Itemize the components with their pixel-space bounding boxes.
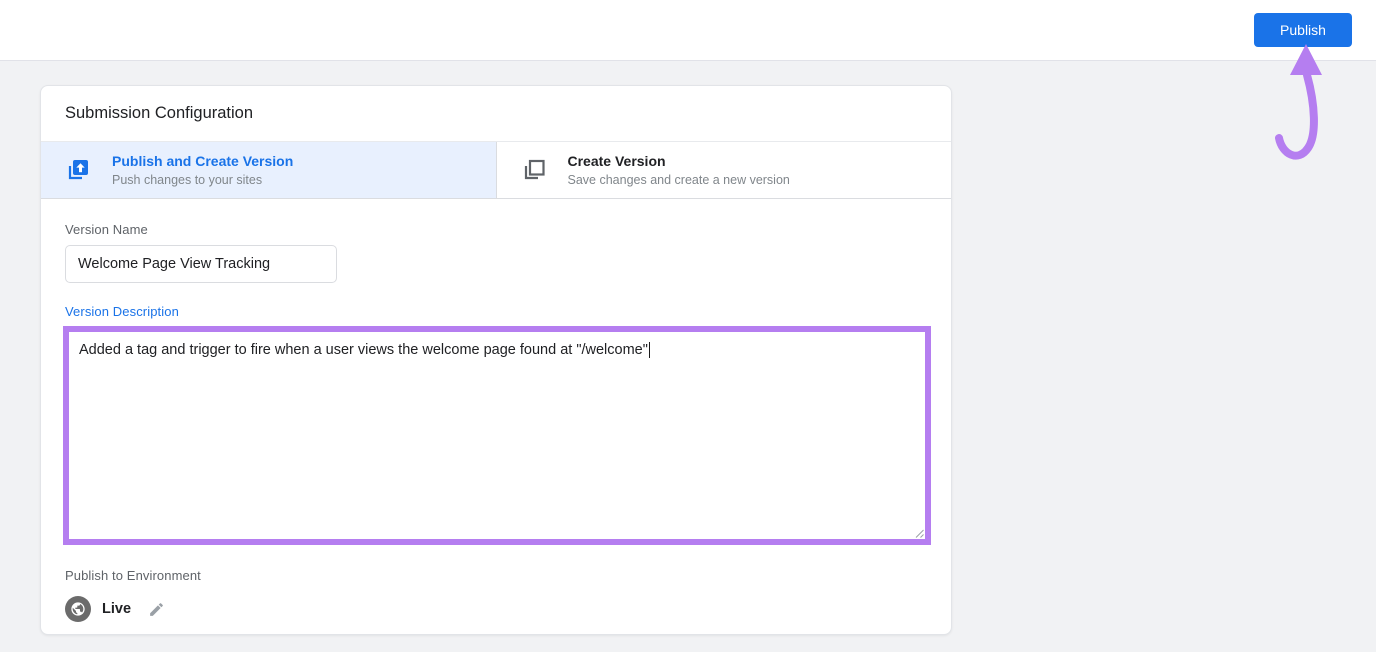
publish-button[interactable]: Publish [1254,13,1352,47]
card-header: Submission Configuration [41,86,951,142]
environment-row: Live [65,596,927,622]
tab-text: Publish and Create Version Push changes … [112,153,293,187]
tab-publish-and-create-version[interactable]: Publish and Create Version Push changes … [41,142,497,198]
resize-handle-icon[interactable] [914,528,924,538]
globe-icon [65,596,91,622]
pencil-icon [148,601,165,618]
tab-title-publish-and-create-version: Publish and Create Version [112,153,293,170]
tab-subtitle-publish-and-create-version: Push changes to your sites [112,173,293,187]
version-description-text: Added a tag and trigger to fire when a u… [79,342,648,358]
publish-upload-pages-icon [65,157,91,183]
version-description-textarea[interactable]: Added a tag and trigger to fire when a u… [63,326,931,545]
card-title: Submission Configuration [65,104,253,123]
version-name-input[interactable] [65,245,337,283]
environment-name: Live [102,601,131,617]
tab-subtitle-create-version: Save changes and create a new version [568,173,790,187]
text-caret [649,342,651,358]
card-body: Version Name Version Description Added a… [41,199,951,622]
edit-environment-button[interactable] [148,601,165,618]
version-name-label: Version Name [65,222,927,237]
top-bar: Publish [0,0,1376,61]
stacked-pages-icon [521,157,547,183]
tab-text: Create Version Save changes and create a… [568,153,790,187]
tab-create-version[interactable]: Create Version Save changes and create a… [497,142,952,198]
submission-tabs: Publish and Create Version Push changes … [41,142,951,199]
tab-title-create-version: Create Version [568,153,790,170]
publish-to-environment-label: Publish to Environment [65,568,927,583]
page-background: Submission Configuration Publish and Cre… [0,61,1376,635]
submission-configuration-card: Submission Configuration Publish and Cre… [40,85,952,635]
version-description-label: Version Description [65,304,927,319]
